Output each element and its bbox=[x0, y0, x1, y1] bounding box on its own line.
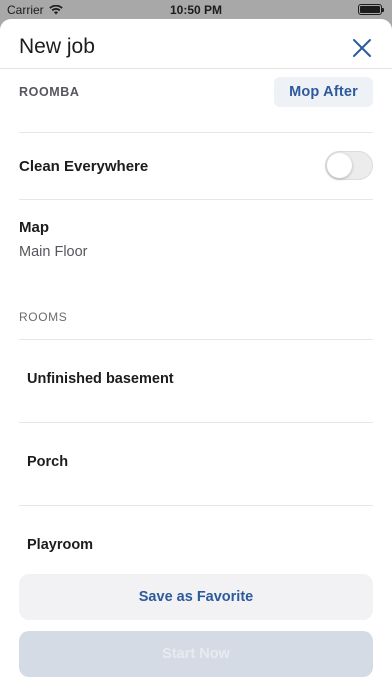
room-name: Porch bbox=[27, 454, 69, 470]
roomba-row: ROOMBA Mop After bbox=[0, 71, 392, 133]
close-icon bbox=[353, 39, 371, 57]
clean-everywhere-row: Clean Everywhere bbox=[0, 133, 392, 199]
start-now-button[interactable]: Start Now bbox=[19, 631, 373, 677]
map-value[interactable]: Main Floor bbox=[19, 244, 88, 260]
room-name: Playroom bbox=[27, 537, 94, 553]
battery-icon bbox=[358, 4, 384, 15]
status-bar: Carrier 10:50 PM bbox=[0, 0, 392, 20]
room-name: Unfinished basement bbox=[27, 371, 174, 387]
toggle-knob bbox=[327, 153, 352, 178]
sheet-header: New job bbox=[0, 19, 392, 69]
clean-everywhere-label: Clean Everywhere bbox=[19, 158, 149, 175]
map-label: Map bbox=[19, 219, 49, 236]
close-button[interactable] bbox=[352, 38, 372, 58]
new-job-sheet: New job ROOMBA Mop After Clean Everywher… bbox=[0, 19, 392, 696]
clean-everywhere-toggle[interactable] bbox=[325, 151, 373, 180]
mop-after-button[interactable]: Mop After bbox=[274, 77, 373, 107]
page-title: New job bbox=[19, 35, 95, 58]
clock: 10:50 PM bbox=[169, 3, 223, 17]
roomba-section-label: ROOMBA bbox=[19, 85, 80, 99]
divider bbox=[19, 199, 373, 200]
rooms-section-label: ROOMS bbox=[19, 310, 68, 324]
save-as-favorite-button[interactable]: Save as Favorite bbox=[19, 574, 373, 620]
room-item-unfinished-basement[interactable]: Unfinished basement bbox=[0, 339, 392, 422]
room-item-porch[interactable]: Porch bbox=[0, 422, 392, 505]
